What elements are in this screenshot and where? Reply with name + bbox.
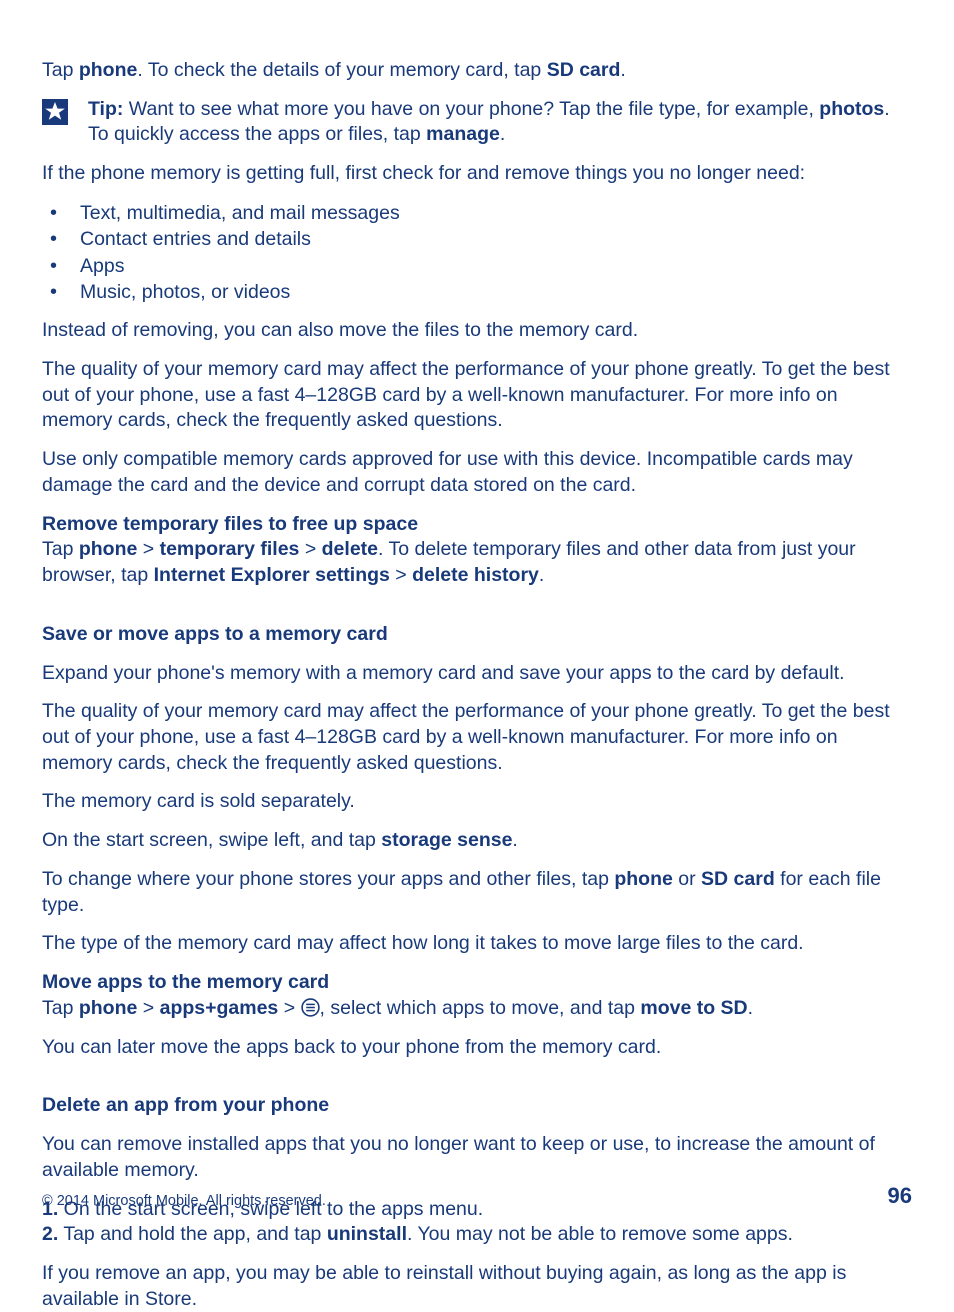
page-footer: © 2014 Microsoft Mobile. All rights rese… — [42, 1183, 912, 1209]
text: > — [390, 564, 412, 586]
text: Tap — [42, 538, 79, 560]
list-item: 2. Tap and hold the app, and tap uninsta… — [42, 1222, 912, 1248]
copyright-text: © 2014 Microsoft Mobile. All rights rese… — [42, 1193, 326, 1209]
text: On the start screen, swipe left, and tap — [42, 829, 381, 851]
section-heading: Delete an app from your phone — [42, 1093, 912, 1119]
paragraph: The quality of your memory card may affe… — [42, 699, 912, 776]
paragraph: The memory card is sold separately. — [42, 789, 912, 815]
paragraph: You can later move the apps back to your… — [42, 1035, 912, 1061]
text: or — [673, 868, 701, 890]
text: Tap — [42, 997, 79, 1019]
tip-callout: Tip: Want to see what more you have on y… — [42, 97, 912, 148]
text: . — [539, 564, 544, 586]
paragraph: On the start screen, swipe left, and tap… — [42, 828, 912, 854]
text-bold: phone — [79, 538, 138, 560]
list-item: Music, photos, or videos — [42, 279, 912, 305]
document-page: Tap phone. To check the details of your … — [0, 0, 954, 1257]
section-heading: Save or move apps to a memory card — [42, 622, 912, 648]
text-bold: Internet Explorer settings — [154, 564, 390, 586]
tip-text: Tip: Want to see what more you have on y… — [88, 97, 912, 148]
text: . — [748, 997, 753, 1019]
text-bold: temporary files — [160, 538, 300, 560]
text-bold: apps+games — [160, 997, 279, 1019]
paragraph: The quality of your memory card may affe… — [42, 357, 912, 434]
section-heading: Move apps to the memory card — [42, 970, 912, 996]
text-bold: storage sense — [381, 829, 512, 851]
text: > — [137, 997, 159, 1019]
section-heading: Remove temporary files to free up space — [42, 512, 912, 538]
text-bold: SD card — [547, 59, 621, 81]
text: . — [512, 829, 517, 851]
list-item: Contact entries and details — [42, 226, 912, 252]
text: Want to see what more you have on your p… — [123, 98, 819, 120]
paragraph: Instead of removing, you can also move t… — [42, 318, 912, 344]
bullet-list: Text, multimedia, and mail messages Cont… — [42, 200, 912, 305]
select-list-icon — [301, 998, 320, 1017]
text: Tap — [42, 59, 79, 81]
text: . To check the details of your memory ca… — [137, 59, 546, 81]
tip-label: Tip: — [88, 98, 123, 120]
paragraph: If you remove an app, you may be able to… — [42, 1261, 912, 1312]
paragraph: Expand your phone's memory with a memory… — [42, 661, 912, 687]
paragraph: Use only compatible memory cards approve… — [42, 447, 912, 498]
text-bold: uninstall — [327, 1223, 407, 1245]
list-item: Apps — [42, 253, 912, 279]
page-number: 96 — [888, 1183, 912, 1209]
star-icon — [42, 99, 68, 125]
step-number: 2. — [42, 1223, 58, 1245]
paragraph: The type of the memory card may affect h… — [42, 931, 912, 957]
paragraph: Tap phone > temporary files > delete. To… — [42, 537, 912, 588]
text-bold: phone — [79, 59, 138, 81]
paragraph: You can remove installed apps that you n… — [42, 1132, 912, 1183]
text: To change where your phone stores your a… — [42, 868, 614, 890]
text: > — [137, 538, 159, 560]
text-bold: delete — [322, 538, 378, 560]
text: > — [278, 997, 300, 1019]
text: . — [500, 123, 505, 145]
paragraph: Tap phone. To check the details of your … — [42, 58, 912, 84]
paragraph: To change where your phone stores your a… — [42, 867, 912, 918]
text-bold: move to SD — [640, 997, 747, 1019]
list-item: Text, multimedia, and mail messages — [42, 200, 912, 226]
text: . — [620, 59, 625, 81]
text: , select which apps to move, and tap — [320, 997, 641, 1019]
text: . You may not be able to remove some app… — [407, 1223, 793, 1245]
paragraph: If the phone memory is getting full, fir… — [42, 161, 912, 187]
text-bold: manage — [426, 123, 500, 145]
text: > — [299, 538, 321, 560]
text-bold: SD card — [701, 868, 775, 890]
page-content: Tap phone. To check the details of your … — [42, 58, 912, 1312]
paragraph: Tap phone > apps+games > , select which … — [42, 996, 912, 1022]
text-bold: phone — [79, 997, 138, 1019]
text-bold: photos — [819, 98, 884, 120]
text-bold: phone — [614, 868, 673, 890]
text: Tap and hold the app, and tap — [58, 1223, 327, 1245]
text-bold: delete history — [412, 564, 539, 586]
